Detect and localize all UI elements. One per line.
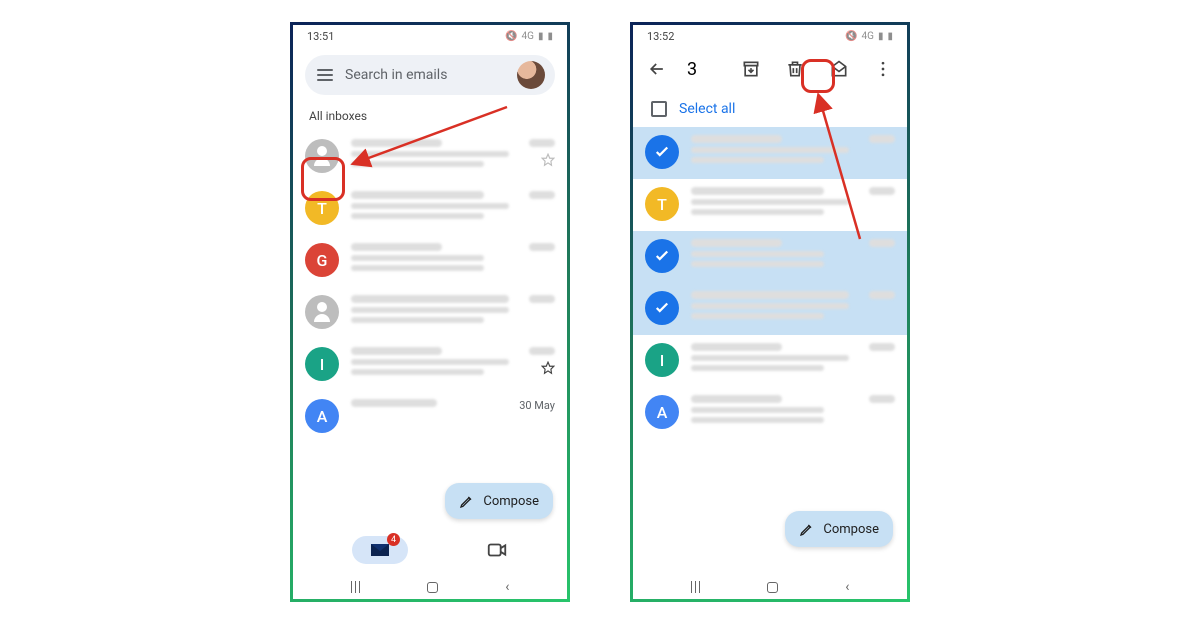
selected-check[interactable]	[645, 291, 679, 325]
sender-avatar[interactable]	[305, 295, 339, 329]
sender-avatar[interactable]: T	[305, 191, 339, 225]
compose-button[interactable]: Compose	[445, 483, 553, 519]
select-all-checkbox[interactable]	[651, 101, 667, 117]
selection-count: 3	[687, 59, 697, 80]
email-row[interactable]: T	[293, 183, 567, 235]
back-button[interactable]	[643, 55, 671, 83]
email-row[interactable]: A 30 May	[293, 391, 567, 443]
email-row[interactable]: G	[293, 235, 567, 287]
signal-icon: ▮	[538, 31, 544, 42]
compose-label: Compose	[483, 494, 539, 509]
phone-right: 13:52 🔇 4G ▮ ▮ 3 Select all	[630, 22, 910, 602]
status-time: 13:52	[647, 30, 674, 43]
trash-icon	[785, 59, 805, 79]
phone-left: 13:51 🔇 4G ▮ ▮ Search in emails All inbo…	[290, 22, 570, 602]
network-label: 4G	[862, 31, 874, 42]
mark-read-button[interactable]	[825, 55, 853, 83]
compose-button[interactable]: Compose	[785, 511, 893, 547]
vibrate-icon: 🔇	[845, 31, 857, 42]
profile-avatar[interactable]	[517, 61, 545, 89]
envelope-open-icon	[829, 59, 849, 79]
person-icon	[312, 302, 332, 322]
selected-check[interactable]	[645, 135, 679, 169]
delete-button[interactable]	[781, 55, 809, 83]
status-bar: 13:51 🔇 4G ▮ ▮	[293, 25, 567, 47]
email-preview	[351, 139, 517, 167]
sender-avatar[interactable]: I	[305, 347, 339, 381]
selected-check[interactable]	[645, 239, 679, 273]
network-label: 4G	[522, 31, 534, 42]
star-icon[interactable]	[541, 153, 555, 167]
recents-button[interactable]	[691, 581, 701, 593]
email-row[interactable]	[633, 231, 907, 283]
sender-avatar[interactable]: A	[645, 395, 679, 429]
search-bar[interactable]: Search in emails	[305, 55, 555, 95]
email-list: T G I A 30 May	[293, 131, 567, 443]
select-all-label: Select all	[679, 101, 735, 117]
mail-icon	[371, 544, 389, 556]
bottom-nav: 4	[293, 527, 567, 573]
star-icon[interactable]	[541, 361, 555, 375]
email-row[interactable]	[633, 127, 907, 179]
meet-icon[interactable]	[486, 539, 508, 561]
recents-button[interactable]	[351, 581, 361, 593]
home-button[interactable]	[767, 582, 778, 593]
sender-avatar[interactable]: G	[305, 243, 339, 277]
battery-icon: ▮	[547, 31, 553, 42]
email-row[interactable]	[633, 283, 907, 335]
status-time: 13:51	[307, 30, 334, 43]
home-button[interactable]	[427, 582, 438, 593]
more-icon	[873, 59, 893, 79]
unread-badge: 4	[387, 533, 400, 546]
selection-header: 3	[633, 47, 907, 91]
os-nav: ‹	[293, 579, 567, 595]
sender-avatar[interactable]: I	[645, 343, 679, 377]
pencil-icon	[459, 493, 475, 509]
sender-avatar[interactable]	[305, 139, 339, 173]
vibrate-icon: 🔇	[505, 31, 517, 42]
email-row[interactable]: A	[633, 387, 907, 439]
person-icon	[312, 146, 332, 166]
archive-button[interactable]	[737, 55, 765, 83]
pencil-icon	[799, 521, 815, 537]
check-icon	[653, 143, 671, 161]
section-all-inboxes: All inboxes	[293, 103, 567, 131]
status-icons: 🔇 4G ▮ ▮	[505, 31, 553, 42]
back-button[interactable]: ‹	[845, 579, 849, 595]
select-all-row[interactable]: Select all	[633, 91, 907, 127]
back-button[interactable]: ‹	[505, 579, 509, 595]
compose-label: Compose	[823, 522, 879, 537]
signal-icon: ▮	[878, 31, 884, 42]
status-bar: 13:52 🔇 4G ▮ ▮	[633, 25, 907, 47]
email-row[interactable]: I	[293, 339, 567, 391]
battery-icon: ▮	[887, 31, 893, 42]
email-list: T I A	[633, 127, 907, 439]
check-icon	[653, 299, 671, 317]
email-row[interactable]	[293, 287, 567, 339]
email-date: 30 May	[519, 399, 555, 412]
status-icons: 🔇 4G ▮ ▮	[845, 31, 893, 42]
overflow-button[interactable]	[869, 55, 897, 83]
check-icon	[653, 247, 671, 265]
search-placeholder: Search in emails	[345, 67, 447, 83]
email-row[interactable]	[293, 131, 567, 183]
os-nav: ‹	[633, 579, 907, 595]
email-row[interactable]: T	[633, 179, 907, 231]
sender-avatar[interactable]: T	[645, 187, 679, 221]
menu-icon[interactable]	[317, 69, 333, 81]
sender-avatar[interactable]: A	[305, 399, 339, 433]
tab-mail[interactable]: 4	[352, 536, 408, 564]
email-row[interactable]: I	[633, 335, 907, 387]
